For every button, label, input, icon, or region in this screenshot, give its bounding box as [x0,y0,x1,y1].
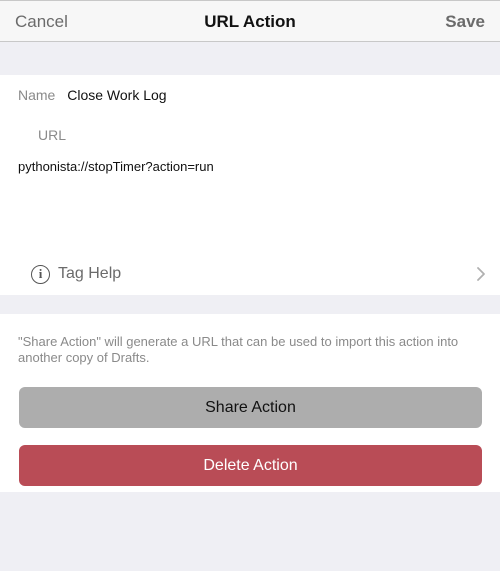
name-label: Name [18,87,56,103]
share-action-button[interactable]: Share Action [19,387,482,428]
share-panel: "Share Action" will generate a URL that … [0,314,500,492]
save-button[interactable]: Save [445,12,485,32]
tag-help-row[interactable]: i Tag Help [0,255,500,295]
info-icon: i [31,265,50,284]
action-form-card: Name Close Work Log URL pythonista://sto… [0,75,500,295]
nav-bar: Cancel URL Action Save [0,0,500,42]
url-input[interactable]: pythonista://stopTimer?action=run [18,159,214,174]
delete-action-button[interactable]: Delete Action [19,445,482,486]
name-field[interactable]: Name Close Work Log [18,87,167,103]
chevron-right-icon [477,267,485,281]
name-input[interactable]: Close Work Log [67,87,166,103]
page-title: URL Action [204,12,296,31]
tag-help-label: Tag Help [58,265,122,282]
url-label: URL [38,127,67,143]
share-description: "Share Action" will generate a URL that … [18,334,459,365]
